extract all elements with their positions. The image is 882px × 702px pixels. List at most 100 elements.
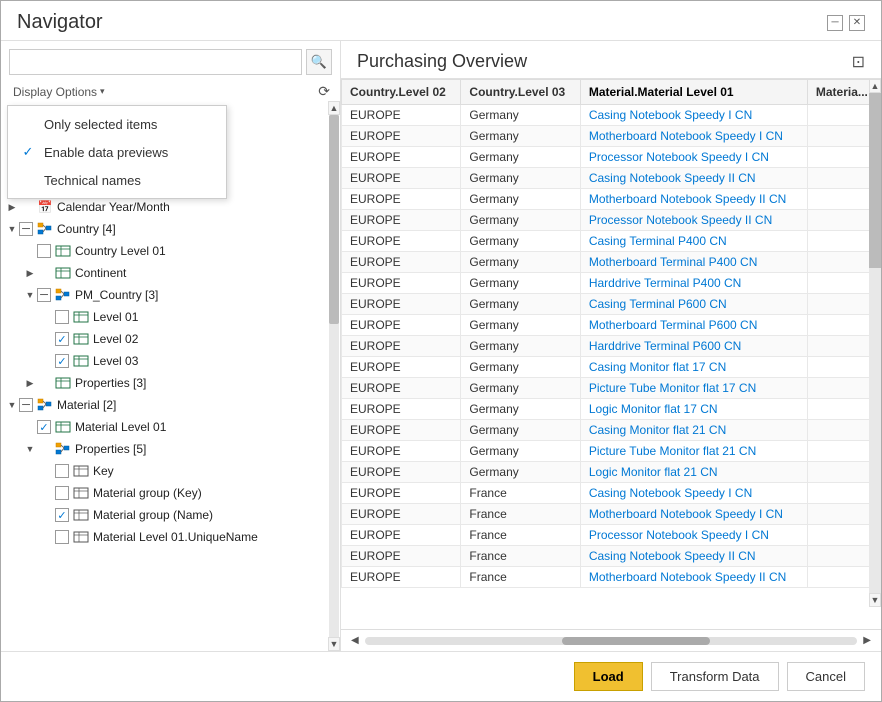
checkbox-unchecked[interactable] xyxy=(55,310,69,324)
display-options-button[interactable]: Display Options ▾ xyxy=(9,83,109,101)
dropdown-item-technical-names[interactable]: Technical names xyxy=(8,166,226,194)
table-scroll-up-arrow[interactable]: ▲ xyxy=(869,79,881,93)
expand-icon[interactable]: ▶ xyxy=(5,202,19,213)
tree-scroll-down-arrow[interactable]: ▼ xyxy=(328,637,340,651)
search-button[interactable]: 🔍 xyxy=(306,49,332,75)
tree-item[interactable]: Key xyxy=(1,460,340,482)
checkbox-unchecked[interactable] xyxy=(37,244,51,258)
expand-icon[interactable]: ▼ xyxy=(23,444,37,454)
table-row[interactable]: EUROPE Germany Processor Notebook Speedy… xyxy=(342,147,881,168)
table-row[interactable]: EUROPE France Processor Notebook Speedy … xyxy=(342,525,881,546)
expand-icon[interactable]: ▶ xyxy=(23,268,37,279)
table-scroll-down-arrow[interactable]: ▼ xyxy=(869,593,881,607)
cell-country-level-02: EUROPE xyxy=(342,273,461,294)
cell-country-level-03: Germany xyxy=(461,462,580,483)
checkbox-checked[interactable]: ✓ xyxy=(55,508,69,522)
checkbox-checked[interactable]: ✓ xyxy=(37,420,51,434)
tree-item[interactable]: ✓ Level 03 xyxy=(1,350,340,372)
expand-icon[interactable]: ▼ xyxy=(5,224,19,234)
tree-item[interactable]: ▼ ─ PM_Country [3] xyxy=(1,284,340,306)
checkbox-partial[interactable]: ─ xyxy=(19,398,33,412)
col-header-1: Country.Level 02 xyxy=(342,80,461,105)
table-row[interactable]: EUROPE France Motherboard Notebook Speed… xyxy=(342,504,881,525)
table-row[interactable]: EUROPE Germany Motherboard Terminal P400… xyxy=(342,252,881,273)
cell-material-level-01: Motherboard Terminal P600 CN xyxy=(580,315,807,336)
table-row[interactable]: EUROPE Germany Casing Monitor flat 21 CN xyxy=(342,420,881,441)
tree-item[interactable]: ▶ 📅 Calendar Year/Month xyxy=(1,196,340,218)
table-row[interactable]: EUROPE Germany Casing Notebook Speedy I … xyxy=(342,105,881,126)
tree-item[interactable]: ✓ Material group (Name) xyxy=(1,504,340,526)
no-checkbox xyxy=(19,200,33,214)
checkbox-unchecked[interactable] xyxy=(55,530,69,544)
table-icon xyxy=(54,420,72,434)
tree-item[interactable]: ▼ Properties [5] xyxy=(1,438,340,460)
tree-scroll-up-arrow[interactable]: ▲ xyxy=(328,101,340,115)
checkbox-checked[interactable]: ✓ xyxy=(55,354,69,368)
cell-country-level-03: Germany xyxy=(461,105,580,126)
table-row[interactable]: EUROPE Germany Harddrive Terminal P600 C… xyxy=(342,336,881,357)
table-row[interactable]: EUROPE Germany Casing Monitor flat 17 CN xyxy=(342,357,881,378)
cell-material-level-01: Casing Terminal P600 CN xyxy=(580,294,807,315)
table-row[interactable]: EUROPE Germany Logic Monitor flat 17 CN xyxy=(342,399,881,420)
tree-item[interactable]: ▼ ─ Material [2] xyxy=(1,394,340,416)
cell-country-level-02: EUROPE xyxy=(342,210,461,231)
cell-material-level-01: Picture Tube Monitor flat 17 CN xyxy=(580,378,807,399)
table-row[interactable]: EUROPE Germany Casing Notebook Speedy II… xyxy=(342,168,881,189)
h-scroll-right-arrow[interactable]: ▶ xyxy=(861,635,873,646)
table-row[interactable]: EUROPE Germany Casing Terminal P600 CN xyxy=(342,294,881,315)
dropdown-item-enable-previews[interactable]: ✓ Enable data previews xyxy=(8,138,226,166)
minimize-button[interactable]: ─ xyxy=(827,15,843,31)
table-row[interactable]: EUROPE Germany Motherboard Terminal P600… xyxy=(342,315,881,336)
checkbox-unchecked[interactable] xyxy=(55,464,69,478)
refresh-icon-button[interactable]: ⟳ xyxy=(316,81,332,102)
table-row[interactable]: EUROPE Germany Motherboard Notebook Spee… xyxy=(342,189,881,210)
table-row[interactable]: EUROPE France Casing Notebook Speedy II … xyxy=(342,546,881,567)
table-scroll-track xyxy=(869,93,881,593)
tree-item[interactable]: Material Level 01.UniqueName xyxy=(1,526,340,548)
table-row[interactable]: EUROPE Germany Motherboard Notebook Spee… xyxy=(342,126,881,147)
checkbox-partial[interactable]: ─ xyxy=(37,288,51,302)
table-row[interactable]: EUROPE France Casing Notebook Speedy I C… xyxy=(342,483,881,504)
table-container[interactable]: Country.Level 02 Country.Level 03 Materi… xyxy=(341,78,881,629)
table-row[interactable]: EUROPE Germany Logic Monitor flat 21 CN xyxy=(342,462,881,483)
cell-country-level-03: Germany xyxy=(461,336,580,357)
table-row[interactable]: EUROPE France Motherboard Notebook Speed… xyxy=(342,567,881,588)
table-row[interactable]: EUROPE Germany Casing Terminal P400 CN xyxy=(342,231,881,252)
table-row[interactable]: EUROPE Germany Harddrive Terminal P400 C… xyxy=(342,273,881,294)
display-options-label: Display Options xyxy=(13,85,97,99)
tree-item[interactable]: Level 01 xyxy=(1,306,340,328)
tree-label: Material Level 01.UniqueName xyxy=(93,530,258,544)
h-scroll-left-arrow[interactable]: ◀ xyxy=(349,635,361,646)
data-table: Country.Level 02 Country.Level 03 Materi… xyxy=(341,79,881,588)
left-panel: 🔍 Display Options ▾ ⟳ Only selected item… xyxy=(1,41,341,651)
table-row[interactable]: EUROPE Germany Picture Tube Monitor flat… xyxy=(342,378,881,399)
preview-icon-button[interactable]: ⊡ xyxy=(852,52,865,72)
tree-item[interactable]: ▶ Properties [3] xyxy=(1,372,340,394)
dropdown-item-only-selected[interactable]: Only selected items xyxy=(8,110,226,138)
cell-country-level-02: EUROPE xyxy=(342,105,461,126)
checkbox-partial[interactable]: ─ xyxy=(19,222,33,236)
tree-item[interactable]: ✓ Material Level 01 xyxy=(1,416,340,438)
expand-icon[interactable]: ▼ xyxy=(23,290,37,300)
table-row[interactable]: EUROPE Germany Processor Notebook Speedy… xyxy=(342,210,881,231)
tree-item[interactable]: ▶ Continent xyxy=(1,262,340,284)
transform-data-button[interactable]: Transform Data xyxy=(651,662,779,691)
tree-label: Calendar Year/Month xyxy=(57,200,170,214)
tree-item[interactable]: ✓ Level 02 xyxy=(1,328,340,350)
search-input[interactable] xyxy=(9,49,302,75)
tree-item[interactable]: Country Level 01 xyxy=(1,240,340,262)
cell-material-level-01: Logic Monitor flat 21 CN xyxy=(580,462,807,483)
table-row[interactable]: EUROPE Germany Picture Tube Monitor flat… xyxy=(342,441,881,462)
tree-item[interactable]: ▼ ─ Country [4] xyxy=(1,218,340,240)
cancel-button[interactable]: Cancel xyxy=(787,662,865,691)
checkbox-unchecked[interactable] xyxy=(55,486,69,500)
checkbox-checked[interactable]: ✓ xyxy=(55,332,69,346)
cell-country-level-02: EUROPE xyxy=(342,378,461,399)
load-button[interactable]: Load xyxy=(574,662,643,691)
display-options-dropdown: Only selected items ✓ Enable data previe… xyxy=(7,105,227,199)
expand-icon[interactable]: ▶ xyxy=(23,378,37,389)
cell-material-level-01: Picture Tube Monitor flat 21 CN xyxy=(580,441,807,462)
tree-item[interactable]: Material group (Key) xyxy=(1,482,340,504)
close-button[interactable]: ✕ xyxy=(849,15,865,31)
expand-icon[interactable]: ▼ xyxy=(5,400,19,410)
